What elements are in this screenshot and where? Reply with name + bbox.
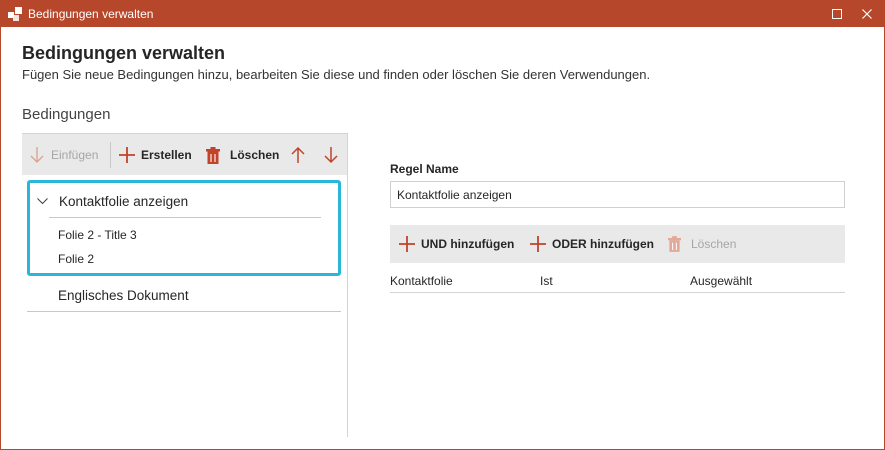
maximize-button[interactable] <box>822 1 852 27</box>
tree-divider <box>49 217 321 218</box>
tree-item[interactable]: Englisches Dokument <box>58 287 189 305</box>
trash-icon <box>668 236 681 252</box>
insert-button[interactable]: Einfügen <box>29 134 98 176</box>
add-and-button[interactable]: UND hinzufügen <box>399 225 514 263</box>
add-and-label: UND hinzufügen <box>421 237 515 251</box>
trash-icon <box>206 146 220 164</box>
app-icon <box>8 7 22 21</box>
add-or-button[interactable]: ODER hinzufügen <box>530 225 654 263</box>
create-button[interactable]: Erstellen <box>119 134 192 176</box>
delete-rule-button[interactable]: Löschen <box>668 225 736 263</box>
maximize-icon <box>832 9 842 19</box>
tree-child-item[interactable]: Folie 2 <box>58 252 94 266</box>
window-title: Bedingungen verwalten <box>28 7 154 21</box>
plus-icon <box>399 236 415 252</box>
delete-condition-button[interactable]: Löschen <box>206 134 279 176</box>
arrow-down-icon <box>324 147 338 164</box>
delete-condition-label: Löschen <box>230 148 280 162</box>
title-bar: Bedingungen verwalten <box>1 1 884 27</box>
conditions-panel: Einfügen Erstellen Löschen Kontaktfolie … <box>22 133 348 437</box>
plus-icon <box>530 236 546 252</box>
tree-group-label[interactable]: Kontaktfolie anzeigen <box>59 193 188 211</box>
move-up-button[interactable] <box>290 134 306 176</box>
move-down-button[interactable] <box>323 134 339 176</box>
close-button[interactable] <box>852 1 882 27</box>
dialog-window: Bedingungen verwalten Bedingungen verwal… <box>0 0 885 450</box>
insert-label: Einfügen <box>51 148 99 162</box>
rule-name-input[interactable] <box>390 181 845 208</box>
column-header[interactable]: Ausgewählt <box>690 274 752 288</box>
arrow-up-icon <box>291 146 305 163</box>
add-or-label: ODER hinzufügen <box>552 237 654 251</box>
close-icon <box>862 9 872 19</box>
conditions-section-title: Bedingungen <box>22 106 111 123</box>
delete-rule-label: Löschen <box>691 237 737 251</box>
tree-group-selected[interactable]: Kontaktfolie anzeigen Folie 2 - Title 3 … <box>27 180 341 276</box>
rule-toolbar: UND hinzufügen ODER hinzufügen Löschen <box>390 225 845 263</box>
page-title: Bedingungen verwalten <box>22 43 226 63</box>
tree-child-item[interactable]: Folie 2 - Title 3 <box>58 228 137 242</box>
rule-table-header: Kontaktfolie Ist Ausgewählt <box>390 267 845 293</box>
column-header[interactable]: Ist <box>540 274 553 288</box>
chevron-down-icon[interactable] <box>37 198 48 205</box>
conditions-toolbar: Einfügen Erstellen Löschen <box>22 133 347 175</box>
rule-name-label: Regel Name <box>390 162 459 176</box>
tree-divider <box>27 311 341 312</box>
create-label: Erstellen <box>141 148 192 162</box>
arrow-down-icon <box>30 147 44 163</box>
plus-icon <box>119 147 135 163</box>
column-header[interactable]: Kontaktfolie <box>390 274 453 288</box>
toolbar-separator <box>110 142 111 168</box>
page-description: Fügen Sie neue Bedingungen hinzu, bearbe… <box>22 67 651 82</box>
